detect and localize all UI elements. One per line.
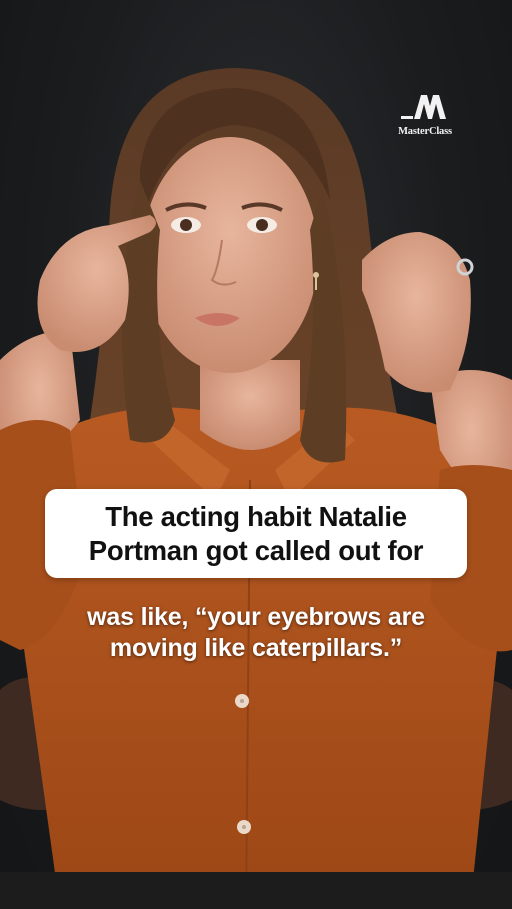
title-text: The acting habit Natalie Portman got cal…	[88, 500, 424, 568]
title-line-2: Portman got called out for	[88, 534, 424, 566]
subtitle-caption: was like, “your eyebrows are moving like…	[40, 602, 472, 664]
face	[142, 137, 318, 373]
masterclass-logo: MasterClass	[390, 92, 460, 144]
title-card: The acting habit Natalie Portman got cal…	[45, 489, 467, 578]
brand-name: MasterClass	[398, 126, 452, 137]
video-frame: MasterClass The acting habit Natalie Por…	[0, 0, 512, 909]
title-line-1: The acting habit Natalie	[105, 500, 407, 532]
caption-line-1: was like, “your eyebrows are	[87, 603, 425, 631]
caption-line-2: moving like caterpillars.”	[109, 634, 403, 662]
masterclass-logo-icon	[401, 95, 446, 119]
